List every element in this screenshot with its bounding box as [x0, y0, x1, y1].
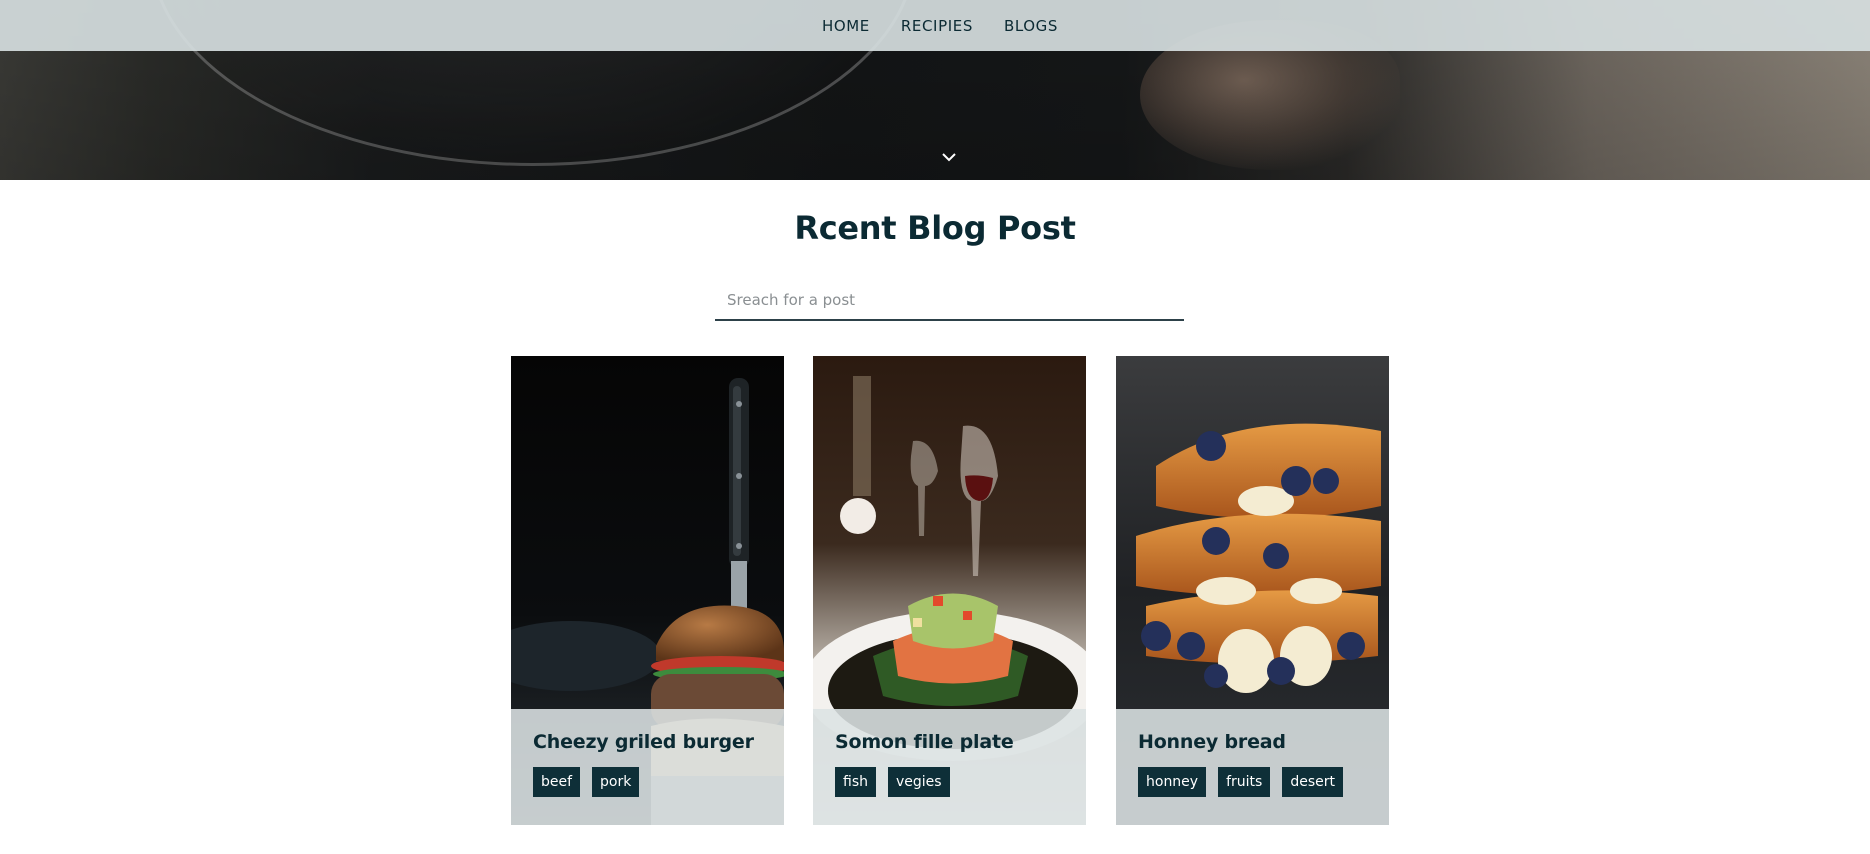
post-title[interactable]: Honney bread — [1138, 731, 1367, 753]
post-title[interactable]: Somon fille plate — [835, 731, 1064, 753]
tag-vegies[interactable]: vegies — [888, 767, 950, 797]
post-title[interactable]: Cheezy griled burger — [533, 731, 762, 753]
tag-desert[interactable]: desert — [1282, 767, 1343, 797]
post-card-info: Cheezy griled burger beef pork — [511, 709, 784, 825]
post-card-honey-bread[interactable]: Honney bread honney fruits desert — [1116, 356, 1389, 825]
post-card-burger[interactable]: Cheezy griled burger beef pork — [511, 356, 784, 825]
post-tags: beef pork — [533, 767, 762, 797]
post-card-info: Somon fille plate fish vegies — [813, 709, 1086, 825]
nav-home-link[interactable]: HOME — [822, 17, 870, 35]
nav-blogs-link[interactable]: BLOGS — [1004, 17, 1058, 35]
chevron-down-icon[interactable] — [941, 151, 957, 163]
tag-beef[interactable]: beef — [533, 767, 581, 797]
post-tags: fish vegies — [835, 767, 1064, 797]
tag-fish[interactable]: fish — [835, 767, 876, 797]
post-tags: honney fruits desert — [1138, 767, 1367, 797]
search-input[interactable] — [715, 283, 1184, 317]
tag-honney[interactable]: honney — [1138, 767, 1207, 797]
page-title: Rcent Blog Post — [794, 209, 1076, 247]
nav-recipies-link[interactable]: RECIPIES — [901, 17, 973, 35]
top-navbar: HOME RECIPIES BLOGS — [0, 0, 1870, 51]
tag-fruits[interactable]: fruits — [1218, 767, 1271, 797]
post-card-info: Honney bread honney fruits desert — [1116, 709, 1389, 825]
tag-pork[interactable]: pork — [592, 767, 640, 797]
search-field — [715, 283, 1184, 321]
post-card-salmon[interactable]: Somon fille plate fish vegies — [813, 356, 1086, 825]
